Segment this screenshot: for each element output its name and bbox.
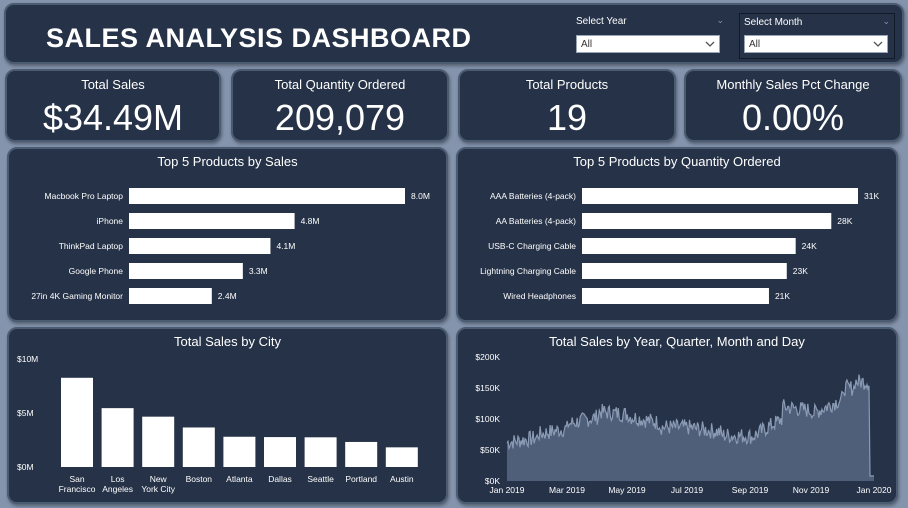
category-label: Atlanta — [226, 474, 253, 484]
bar — [304, 437, 337, 467]
top-products-sales-svg: Macbook Pro Laptop 8.0M iPhone 4.8M ThinkPad… — [31, 188, 430, 304]
kpi-value: 19 — [546, 97, 588, 138]
x-tick-label: Sep 2019 — [732, 485, 769, 495]
chevron-down-icon — [873, 41, 883, 47]
kpi-value: 0.00% — [741, 97, 845, 138]
chart-top-products-quantity: Top 5 Products by Quantity Ordered AAA B… — [456, 147, 898, 322]
month-slicer-label: Select Month — [744, 17, 803, 28]
kpi-value: 209,079 — [274, 97, 406, 138]
y-tick-label: $100K — [475, 414, 500, 424]
data-label: 3.3M — [249, 266, 268, 276]
bar — [345, 441, 378, 467]
chart-sales-by-city: Total Sales by City $0M $5M $10M San Francis… — [7, 327, 448, 504]
bar — [129, 238, 271, 254]
data-label: 8.0M — [411, 191, 430, 201]
page-title: SALES ANALYSIS DASHBOARD — [46, 23, 472, 53]
category-label: Lightning Charging Cable — [480, 266, 576, 276]
bar — [385, 447, 418, 467]
category-label: Austin — [390, 474, 414, 484]
chevron-down-icon: ⌄ — [882, 16, 890, 26]
y-tick-label: $50K — [480, 445, 500, 455]
x-tick-label: Jan 2020 — [857, 485, 892, 495]
bar — [129, 288, 212, 304]
category-label: Boston — [186, 474, 213, 484]
year-dropdown-value: All — [581, 39, 593, 50]
x-tick-label: Jan 2019 — [490, 485, 525, 495]
data-label: 24K — [802, 241, 817, 251]
category-label: San Francisco — [59, 474, 96, 494]
category-label: 27in 4K Gaming Monitor — [31, 291, 123, 301]
kpi-value: $34.49M — [42, 97, 184, 138]
x-tick-label: May 2019 — [608, 485, 646, 495]
kpi-title: Total Sales — [81, 77, 145, 92]
category-label: Seattle — [307, 474, 334, 484]
data-label: 21K — [775, 291, 790, 301]
year-slicer-label: Select Year — [576, 16, 627, 27]
month-slicer: Select Month ⌄ All — [739, 13, 895, 59]
year-dropdown[interactable]: All — [576, 35, 720, 53]
chevron-down-icon: ⌄ — [716, 15, 724, 25]
y-tick-label: $200K — [475, 352, 500, 362]
sales-over-time-svg: $0K$50K$100K$150K$200KJan 2019 Mar 2019 Ma… — [475, 352, 892, 495]
header-panel: SALES ANALYSIS DASHBOARD Select Year ⌄ A… — [4, 3, 904, 64]
kpi-card-monthly-pct-change: Monthly Sales Pct Change 0.00% — [684, 69, 902, 142]
kpi-title: Monthly Sales Pct Change — [716, 77, 870, 92]
bar — [182, 427, 215, 467]
y-tick-label: $5M — [17, 408, 34, 418]
category-label: USB-C Charging Cable — [488, 241, 576, 251]
bar — [264, 437, 296, 467]
category-label: Google Phone — [69, 266, 124, 276]
category-label: Los Angeles — [102, 474, 133, 494]
kpi-card-total-quantity: Total Quantity Ordered 209,079 — [231, 69, 449, 142]
category-label: AA Batteries (4-pack) — [496, 216, 576, 226]
top-products-quantity-svg: AAA Batteries (4-pack) 31K AA Batteries (4… — [480, 188, 879, 304]
data-label: 23K — [793, 266, 808, 276]
category-label: Portland — [345, 474, 377, 484]
category-label: Wired Headphones — [503, 291, 576, 301]
year-slicer: Select Year ⌄ All — [572, 13, 728, 59]
data-label: 4.1M — [276, 241, 295, 251]
kpi-title: Total Quantity Ordered — [274, 77, 406, 92]
x-tick-label: Jul 2019 — [671, 485, 703, 495]
x-tick-label: Mar 2019 — [549, 485, 585, 495]
category-label: Dallas — [268, 474, 292, 484]
month-dropdown[interactable]: All — [744, 35, 888, 53]
x-tick-label: Nov 2019 — [793, 485, 830, 495]
y-tick-label: $0M — [17, 462, 34, 472]
month-dropdown-value: All — [749, 39, 761, 50]
sales-by-city-svg: $0M $5M $10M San Francisco Los Angeles New York … — [17, 354, 418, 494]
bar — [582, 288, 769, 304]
kpi-card-total-sales: Total Sales $34.49M — [5, 69, 221, 142]
bar — [129, 188, 405, 204]
chart-sales-over-time: Total Sales by Year, Quarter, Month and … — [456, 327, 898, 504]
category-label: AAA Batteries (4-pack) — [490, 191, 576, 201]
kpi-card-total-products: Total Products 19 — [458, 69, 676, 142]
data-label: 28K — [837, 216, 852, 226]
chart-top-products-sales: Top 5 Products by Sales Macbook Pro Lapt… — [7, 147, 448, 322]
bar — [582, 263, 787, 279]
data-label: 31K — [864, 191, 879, 201]
bar — [582, 213, 832, 229]
category-label: New York City — [141, 474, 175, 494]
bar — [223, 436, 256, 467]
bar — [142, 416, 175, 467]
y-tick-label: $150K — [475, 383, 500, 393]
bar — [582, 238, 796, 254]
bar — [129, 263, 243, 279]
bar — [129, 213, 295, 229]
bar — [101, 408, 134, 467]
data-label: 2.4M — [218, 291, 237, 301]
bar — [61, 377, 93, 467]
category-label: iPhone — [97, 216, 124, 226]
data-label: 4.8M — [301, 216, 320, 226]
chevron-down-icon — [705, 41, 715, 47]
kpi-title: Total Products — [525, 77, 609, 92]
bar — [582, 188, 858, 204]
category-label: Macbook Pro Laptop — [45, 191, 124, 201]
category-label: ThinkPad Laptop — [59, 241, 124, 251]
y-tick-label: $10M — [17, 354, 38, 364]
